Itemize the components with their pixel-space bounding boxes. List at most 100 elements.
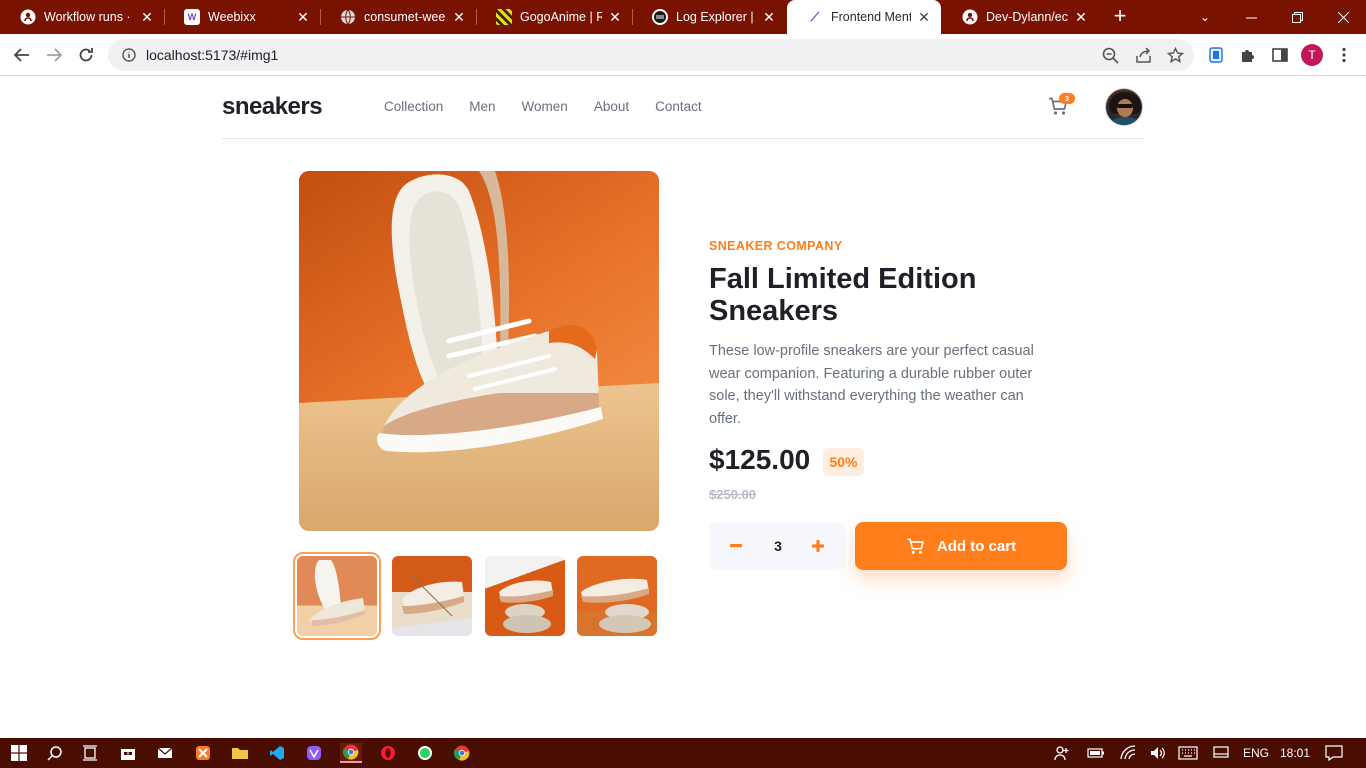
close-tab-icon[interactable]: ✕	[762, 9, 776, 26]
browser-tab[interactable]: Dev-Dylann/eco ✕	[942, 0, 1098, 34]
restore-button[interactable]	[1274, 0, 1320, 34]
address-bar[interactable]: localhost:5173/#img1	[108, 39, 1194, 71]
clock[interactable]: 18:01	[1280, 746, 1310, 760]
back-arrow-icon	[14, 48, 29, 62]
windows-taskbar: ENG 18:01	[0, 738, 1366, 768]
company-label: SNEAKER COMPANY	[709, 239, 843, 253]
notification-icon[interactable]	[1324, 743, 1344, 763]
tab-title: Workflow runs ·	[44, 10, 131, 24]
cart-count-badge: 3	[1059, 93, 1075, 104]
user-avatar[interactable]	[1105, 88, 1143, 126]
wifi-icon[interactable]	[1118, 743, 1138, 763]
site-header: sneakers Collection Men Women About Cont…	[222, 77, 1144, 139]
browser-tab[interactable]: GogoAnime | Re ✕	[476, 0, 632, 34]
nav-link-women[interactable]: Women	[522, 99, 568, 114]
language-indicator[interactable]: ENG	[1243, 746, 1269, 760]
mail-icon[interactable]	[155, 743, 175, 763]
browser-tab[interactable]: consumet-weebi ✕	[320, 0, 476, 34]
tab-title: GogoAnime | Re	[520, 10, 602, 24]
thumbnail-3[interactable]	[485, 556, 565, 636]
extension-icon[interactable]	[1207, 46, 1225, 64]
forward-arrow-icon	[47, 48, 62, 62]
close-tab-icon[interactable]: ✕	[608, 9, 622, 26]
forward-button[interactable]	[40, 41, 68, 69]
browser-tab[interactable]: Workflow runs · ✕	[0, 0, 164, 34]
product-title: Fall Limited Edition Sneakers	[709, 263, 977, 327]
minus-button[interactable]	[724, 534, 748, 558]
close-tab-icon[interactable]: ✕	[296, 9, 310, 26]
browser-tab[interactable]: W Weebixx ✕	[164, 0, 320, 34]
thumbnail-1[interactable]	[293, 552, 381, 640]
vscode-icon[interactable]	[267, 743, 287, 763]
url-text: localhost:5173/#img1	[146, 47, 279, 63]
plus-button[interactable]	[806, 534, 830, 558]
whatsapp-icon[interactable]	[415, 743, 435, 763]
thumbnail-2[interactable]	[392, 556, 472, 636]
discount-badge: 50%	[823, 448, 864, 476]
bookmark-star-icon[interactable]	[1166, 46, 1185, 65]
profile-avatar[interactable]: T	[1301, 44, 1323, 66]
new-tab-button[interactable]: +	[1108, 5, 1132, 29]
weebixx-icon: W	[184, 9, 200, 25]
github-icon	[962, 9, 978, 25]
volume-icon[interactable]	[1148, 743, 1168, 763]
thumbnail-4[interactable]	[577, 556, 657, 636]
globe-icon	[340, 9, 356, 25]
tab-title: consumet-weebi	[364, 10, 446, 24]
minus-icon	[730, 544, 742, 548]
close-tab-icon[interactable]: ✕	[140, 9, 154, 26]
chrome-icon[interactable]	[452, 743, 472, 763]
quantity-stepper: 3	[709, 522, 846, 570]
main-nav: Collection Men Women About Contact	[384, 99, 728, 114]
add-to-cart-button[interactable]: Add to cart	[855, 522, 1067, 570]
proton-vpn-icon[interactable]	[304, 743, 324, 763]
product-description: These low-profile sneakers are your perf…	[709, 343, 1034, 427]
close-tab-icon[interactable]: ✕	[917, 9, 931, 26]
side-panel-icon[interactable]	[1271, 46, 1289, 64]
display-icon[interactable]	[1211, 743, 1231, 763]
tab-title: Weebixx	[208, 10, 256, 24]
nav-link-men[interactable]: Men	[469, 99, 495, 114]
frontend-mentor-icon: ⟋	[810, 9, 820, 24]
opera-icon[interactable]	[378, 743, 398, 763]
gogoanime-icon	[496, 9, 512, 25]
tab-search-icon[interactable]: ⌄	[1182, 0, 1228, 34]
extensions-puzzle-icon[interactable]	[1239, 46, 1257, 64]
close-window-button[interactable]	[1320, 0, 1366, 34]
close-tab-icon[interactable]: ✕	[452, 9, 466, 26]
battery-icon[interactable]	[1086, 743, 1106, 763]
chrome-icon[interactable]	[340, 743, 362, 763]
cart-icon	[907, 538, 924, 554]
plus-icon	[812, 540, 824, 552]
store-icon[interactable]	[118, 743, 138, 763]
search-icon[interactable]	[45, 743, 65, 763]
site-logo[interactable]: sneakers	[222, 93, 323, 121]
windows-start-icon[interactable]	[9, 743, 29, 763]
reload-button[interactable]	[72, 41, 100, 69]
nav-link-contact[interactable]: Contact	[655, 99, 702, 114]
people-icon[interactable]	[1052, 743, 1072, 763]
xampp-icon[interactable]	[193, 743, 213, 763]
nav-link-collection[interactable]: Collection	[384, 99, 443, 114]
browser-tab-strip: Workflow runs · ✕ W Weebixx ✕ consumet-w…	[0, 0, 1366, 34]
original-price: $250.00	[709, 487, 756, 502]
browser-tab-active[interactable]: ⟋ Frontend Mento ✕	[787, 0, 941, 34]
minimize-button[interactable]	[1228, 0, 1274, 34]
close-tab-icon[interactable]: ✕	[1074, 9, 1088, 26]
zoom-icon[interactable]	[1102, 47, 1120, 65]
share-icon[interactable]	[1135, 47, 1153, 65]
github-icon	[20, 9, 36, 25]
keyboard-icon[interactable]	[1178, 743, 1198, 763]
task-view-icon[interactable]	[80, 743, 100, 763]
add-to-cart-label: Add to cart	[936, 537, 1017, 555]
file-explorer-icon[interactable]	[230, 743, 250, 763]
nav-link-about[interactable]: About	[594, 99, 629, 114]
reload-icon	[79, 48, 93, 62]
browser-tab[interactable]: Log Explorer | Ra ✕	[632, 0, 786, 34]
quantity-value: 3	[774, 538, 782, 554]
browser-menu-icon[interactable]	[1335, 46, 1353, 64]
back-button[interactable]	[8, 41, 36, 69]
tab-title: Log Explorer | Ra	[676, 10, 756, 24]
product-main-image[interactable]	[299, 171, 659, 531]
tab-title: Frontend Mento	[831, 10, 911, 24]
